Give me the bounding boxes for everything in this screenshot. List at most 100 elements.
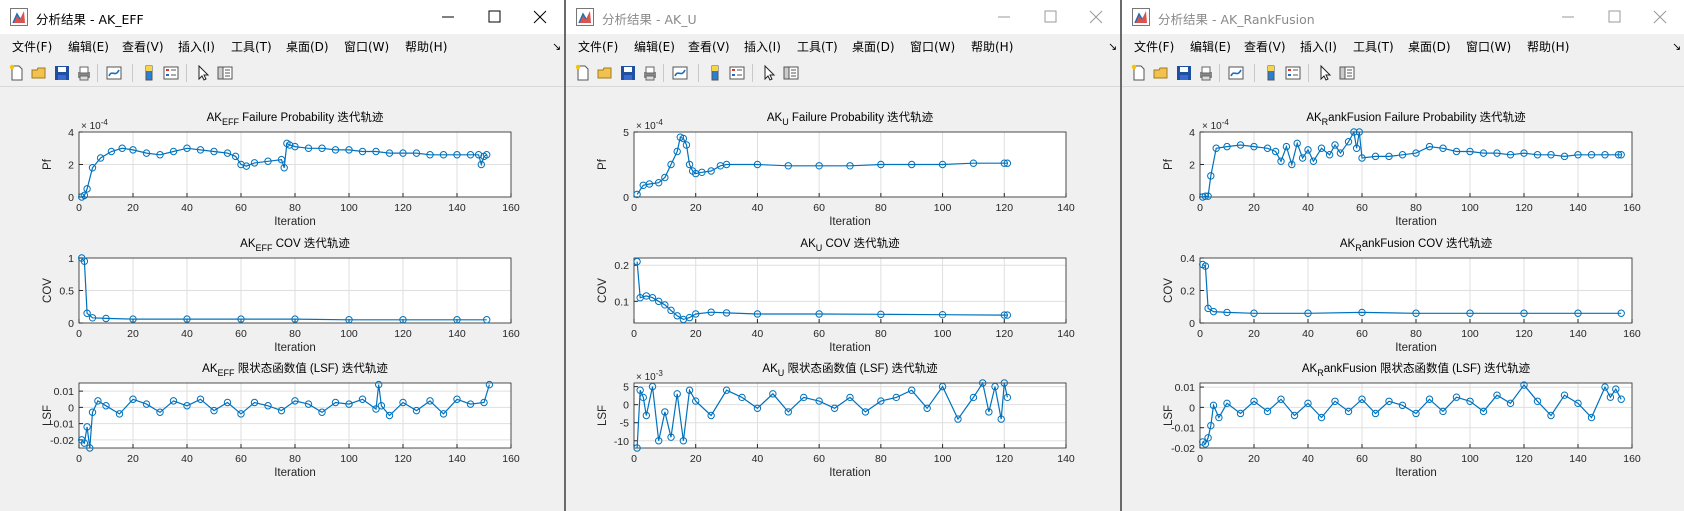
y-tick-label: 5	[623, 382, 629, 394]
save-icon[interactable]	[53, 64, 71, 82]
x-tick-label: 60	[813, 328, 825, 340]
menu-item[interactable]: 插入(I)	[1300, 38, 1337, 55]
menu-item[interactable]: 文件(F)	[578, 38, 618, 55]
figure-window[interactable]: 分析结果 - AK_EFF 文件(F) 编辑(E) 查看(V) 插入(I) 工具(T) 桌面…	[0, 0, 564, 511]
edit-plot-pointer-icon[interactable]	[760, 64, 778, 82]
open-file-icon[interactable]	[596, 64, 614, 82]
maximize-icon	[488, 10, 501, 23]
x-tick-label: 120	[1515, 202, 1533, 214]
axes[interactable]: 0 20 40 60 80 100 120 140 160 0 0.5 1 AKEFF COV 迭代轨迹…	[42, 236, 520, 354]
new-figure-icon[interactable]	[1130, 64, 1148, 82]
x-tick-label: 120	[394, 328, 412, 340]
open-file-icon[interactable]	[30, 64, 48, 82]
insert-colorbar-icon[interactable]	[1262, 64, 1280, 82]
save-icon[interactable]	[1175, 64, 1193, 82]
print-icon[interactable]	[75, 64, 93, 82]
title-bar[interactable]: 分析结果 - AK_RankFusion	[1122, 0, 1684, 34]
print-icon[interactable]	[1197, 64, 1215, 82]
menu-item[interactable]: 文件(F)	[1134, 38, 1174, 55]
menu-item[interactable]: 工具(T)	[1353, 38, 1394, 55]
y-axis-label: Pf	[597, 158, 609, 170]
menu-item[interactable]: 窗口(W)	[1466, 38, 1511, 55]
link-plot-icon[interactable]	[105, 64, 123, 82]
close-button[interactable]	[518, 0, 564, 34]
close-button[interactable]	[1074, 0, 1120, 34]
x-tick-label: 40	[752, 202, 764, 214]
title-bar[interactable]: 分析结果 - AK_U	[566, 0, 1120, 34]
property-inspector-icon[interactable]	[1338, 64, 1356, 82]
edit-plot-pointer-icon[interactable]	[1316, 64, 1334, 82]
menu-item[interactable]: 插入(I)	[744, 38, 781, 55]
menu-item[interactable]: 编辑(E)	[68, 38, 109, 55]
x-tick-label: 0	[631, 453, 637, 465]
axes[interactable]: 0 20 40 60 80 100 120 140 160-0.02-0.0100.01AKEF…	[42, 361, 520, 479]
minimize-icon	[998, 16, 1010, 18]
menu-item[interactable]: 桌面(D)	[1408, 38, 1451, 55]
axes-title: AKU 限状态函数值 (LSF) 迭代轨迹	[762, 361, 938, 378]
minimize-button[interactable]	[982, 0, 1028, 34]
menu-item[interactable]: 窗口(W)	[344, 38, 389, 55]
menu-item[interactable]: 插入(I)	[178, 38, 215, 55]
menu-item[interactable]: 编辑(E)	[1190, 38, 1231, 55]
y-tick-label: 0.01	[54, 386, 75, 398]
dock-arrow-icon[interactable]: ↘	[1672, 40, 1681, 53]
close-button[interactable]	[1638, 0, 1684, 34]
axes[interactable]: 0 20 40 60 80 100 120 140 160 0 2 4 × 10-4 AKEFF Fail…	[42, 110, 520, 228]
figure-window[interactable]: 分析结果 - AK_RankFusion 文件(F) 编辑(E) 查看(V) 插入(I)…	[1122, 0, 1684, 511]
print-icon[interactable]	[641, 64, 659, 82]
axes[interactable]: 0 20 40 60 80 100 120 140 160-0.02-0.0100.01AKRa…	[1163, 361, 1641, 479]
menu-item[interactable]: 文件(F)	[12, 38, 52, 55]
figure-toolbar	[0, 58, 564, 87]
axes[interactable]: 0 20 40 60 80 100 120 140 -10 -5 0 5 × 10-3 AKU 限状态函数…	[597, 361, 1075, 479]
new-figure-icon[interactable]	[8, 64, 26, 82]
x-axis-label: Iteration	[1395, 467, 1437, 479]
menu-item[interactable]: 查看(V)	[1244, 38, 1286, 55]
menu-item[interactable]: 编辑(E)	[634, 38, 675, 55]
axes[interactable]: 0 20 40 60 80 100 120 140 160 0 2 4 × 10-4 AKRankFusi…	[1163, 110, 1641, 228]
title-bar[interactable]: 分析结果 - AK_EFF	[0, 0, 564, 34]
link-plot-icon[interactable]	[1227, 64, 1245, 82]
minimize-button[interactable]	[1546, 0, 1592, 34]
axes[interactable]: 0 20 40 60 80 100 120 140 0.1 0.2 AKU COV 迭代轨迹 Iter…	[597, 236, 1075, 354]
x-tick-label: 100	[934, 202, 952, 214]
property-inspector-icon[interactable]	[782, 64, 800, 82]
window-title: 分析结果 - AK_RankFusion	[1158, 12, 1315, 27]
dock-arrow-icon[interactable]: ↘	[1108, 40, 1117, 53]
link-plot-icon[interactable]	[671, 64, 689, 82]
maximize-button[interactable]	[1592, 0, 1638, 34]
edit-plot-pointer-icon[interactable]	[194, 64, 212, 82]
x-tick-label: 60	[1356, 202, 1368, 214]
insert-legend-icon[interactable]	[728, 64, 746, 82]
axes[interactable]: 0 20 40 60 80 100 120 140 0 5 × 10-4 AKU Failure Pr…	[597, 110, 1075, 228]
menu-item[interactable]: 帮助(H)	[1527, 38, 1569, 55]
x-axis-label: Iteration	[829, 216, 871, 228]
insert-legend-icon[interactable]	[162, 64, 180, 82]
insert-colorbar-icon[interactable]	[140, 64, 158, 82]
property-inspector-icon[interactable]	[216, 64, 234, 82]
menu-item[interactable]: 查看(V)	[688, 38, 730, 55]
menu-item[interactable]: 桌面(D)	[286, 38, 329, 55]
new-figure-icon[interactable]	[574, 64, 592, 82]
axes[interactable]: 0 20 40 60 80 100 120 140 160 0 0.2 0.4 AKRankFusion…	[1163, 236, 1641, 354]
insert-colorbar-icon[interactable]	[706, 64, 724, 82]
menu-item[interactable]: 工具(T)	[797, 38, 838, 55]
menu-item[interactable]: 查看(V)	[122, 38, 164, 55]
minimize-button[interactable]	[426, 0, 472, 34]
menu-item[interactable]: 工具(T)	[231, 38, 272, 55]
menu-item[interactable]: 帮助(H)	[971, 38, 1013, 55]
y-axis-label: Pf	[1163, 158, 1175, 170]
menu-item[interactable]: 桌面(D)	[852, 38, 895, 55]
save-icon[interactable]	[619, 64, 637, 82]
menu-item[interactable]: 帮助(H)	[405, 38, 447, 55]
y-tick-label: 2	[1189, 160, 1195, 172]
x-axis-label: Iteration	[274, 467, 316, 479]
x-tick-label: 140	[1569, 202, 1587, 214]
open-file-icon[interactable]	[1152, 64, 1170, 82]
dock-arrow-icon[interactable]: ↘	[552, 40, 561, 53]
x-tick-label: 60	[813, 453, 825, 465]
insert-legend-icon[interactable]	[1284, 64, 1302, 82]
maximize-button[interactable]	[1028, 0, 1074, 34]
figure-window[interactable]: 分析结果 - AK_U 文件(F) 编辑(E) 查看(V) 插入(I) 工具(T) 桌面(D…	[566, 0, 1120, 511]
menu-item[interactable]: 窗口(W)	[910, 38, 955, 55]
maximize-button[interactable]	[472, 0, 518, 34]
